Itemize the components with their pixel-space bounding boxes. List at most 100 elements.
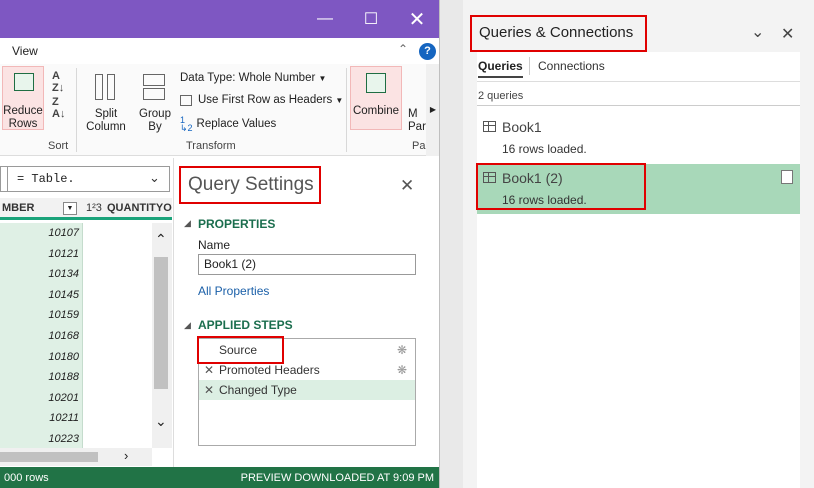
- use-first-row-button[interactable]: Use First Row as Headers ▼: [180, 94, 343, 106]
- pane-content: Queries Connections 2 queries Book1 16 r…: [476, 52, 800, 488]
- grid-cell[interactable]: 10107: [0, 223, 82, 244]
- gear-icon[interactable]: ❋: [397, 360, 407, 380]
- formula-bar[interactable]: = Table. ⌄: [0, 166, 170, 192]
- applied-steps-list: Source ❋ ✕ Promoted Headers ❋ ✕ Changed …: [198, 338, 416, 446]
- scroll-right-icon[interactable]: ›: [124, 448, 128, 463]
- delete-step-icon[interactable]: ✕: [204, 360, 214, 380]
- table-icon: [483, 121, 496, 132]
- query-item-book1-2[interactable]: Book1 (2) 16 rows loaded.: [477, 164, 800, 214]
- scrollbar-thumb[interactable]: [154, 257, 168, 389]
- column-filter-icon[interactable]: ▼: [63, 202, 77, 215]
- power-query-window: — ☐ ✕ View ⌃ ? Reduce Rows A Z↓ Z A↓ Sort: [0, 0, 440, 488]
- column-type-icon[interactable]: 1²3: [86, 202, 102, 214]
- pane-title: Queries & Connections: [479, 24, 634, 41]
- help-icon[interactable]: ?: [419, 43, 436, 60]
- vertical-scrollbar[interactable]: ⌃ ⌄: [152, 223, 172, 448]
- grid-cell[interactable]: 10168: [0, 326, 82, 347]
- combine-button[interactable]: Combine: [350, 66, 402, 130]
- grid-cell[interactable]: 10211: [0, 408, 82, 429]
- quantity-column: [83, 223, 152, 448]
- replace-values-icon: 1 ↳2: [180, 115, 193, 133]
- grid-cell[interactable]: 10134: [0, 264, 82, 285]
- minimize-button[interactable]: —: [302, 0, 348, 38]
- group-by-icon: [143, 74, 165, 86]
- query-name: Book1 (2): [502, 170, 563, 186]
- grid-cell[interactable]: 10145: [0, 285, 82, 306]
- grid-cell[interactable]: 10121: [0, 244, 82, 265]
- step-source[interactable]: Source ❋: [199, 340, 415, 360]
- grid-cell[interactable]: 10188: [0, 367, 82, 388]
- collapse-ribbon-icon[interactable]: ⌃: [398, 42, 408, 56]
- grid-cell[interactable]: 10159: [0, 305, 82, 326]
- query-name: Book1: [502, 119, 542, 135]
- split-column-icon: [95, 74, 103, 100]
- queries-connections-pane: Queries & Connections ⌄ ✕ Queries Connec…: [463, 0, 814, 488]
- query-name-input[interactable]: Book1 (2): [198, 254, 416, 275]
- group-by-label: Group By: [139, 108, 171, 133]
- query-status: 16 rows loaded.: [502, 193, 587, 207]
- table-icon: [180, 94, 192, 106]
- data-grid: MBER ▼ 1²3 QUANTITYO 10107 10121 10134 1014…: [0, 198, 172, 466]
- horizontal-scrollbar[interactable]: ›: [0, 448, 152, 466]
- number-column: 10107 10121 10134 10145 10159 10168 10180 10188…: [0, 223, 83, 448]
- chevron-down-icon: ▼: [335, 95, 344, 105]
- scroll-down-icon[interactable]: ⌄: [155, 413, 167, 430]
- sort-group-label: Sort: [48, 140, 69, 152]
- query-count: 2 queries: [478, 90, 524, 102]
- preview-status: PREVIEW DOWNLOADED AT 9:09 PM: [240, 472, 434, 484]
- delete-step-icon[interactable]: ✕: [204, 380, 214, 400]
- collapse-applied-steps-icon[interactable]: ◢: [184, 320, 191, 331]
- query-item-book1[interactable]: Book1 16 rows loaded.: [477, 112, 800, 160]
- ribbon-divider: [346, 68, 347, 152]
- refresh-query-icon[interactable]: [781, 170, 793, 184]
- step-label: Changed Type: [219, 383, 297, 397]
- row-count: 000 rows: [4, 472, 49, 484]
- close-pane-icon[interactable]: ✕: [400, 176, 414, 196]
- ribbon-scroll-right-icon[interactable]: ▶: [426, 64, 439, 156]
- step-promoted-headers[interactable]: ✕ Promoted Headers ❋: [199, 360, 415, 380]
- step-label: Promoted Headers: [219, 363, 320, 377]
- scroll-up-icon[interactable]: ⌃: [155, 231, 167, 248]
- window-titlebar: — ☐ ✕: [0, 0, 439, 38]
- tab-view[interactable]: View: [12, 44, 38, 58]
- split-column-button[interactable]: Split Column: [80, 66, 132, 134]
- query-status: 16 rows loaded.: [502, 142, 587, 156]
- sort-ascending-icon[interactable]: A Z↓: [52, 70, 64, 94]
- status-bar: 000 rows PREVIEW DOWNLOADED AT 9:09 PM: [0, 467, 439, 488]
- combine-label: Combine: [352, 105, 400, 117]
- group-by-button[interactable]: Group By: [134, 66, 176, 134]
- ribbon: Reduce Rows A Z↓ Z A↓ Sort Split Column Gr…: [0, 64, 439, 156]
- all-properties-link[interactable]: All Properties: [198, 284, 269, 298]
- close-button[interactable]: ✕: [394, 0, 439, 38]
- replace-values-label: Replace Values: [196, 118, 277, 130]
- reduce-rows-icon: [14, 73, 34, 91]
- collapse-properties-icon[interactable]: ◢: [184, 218, 191, 229]
- tab-connections[interactable]: Connections: [538, 59, 605, 73]
- grid-cell[interactable]: 10201: [0, 388, 82, 409]
- reduce-rows-button[interactable]: Reduce Rows: [2, 66, 44, 130]
- use-first-row-label: Use First Row as Headers: [198, 94, 333, 106]
- column-header-number[interactable]: MBER: [2, 202, 34, 214]
- grid-cell[interactable]: 10180: [0, 347, 82, 368]
- close-pane-icon[interactable]: ✕: [781, 24, 794, 44]
- query-settings-pane: Query Settings ✕ ◢ PROPERTIES Name Book1…: [173, 158, 439, 468]
- replace-values-button[interactable]: 1 ↳2 Replace Values: [180, 115, 277, 133]
- query-settings-title: Query Settings: [188, 174, 314, 195]
- name-label: Name: [198, 238, 231, 252]
- maximize-button[interactable]: ☐: [348, 0, 394, 38]
- step-label: Source: [219, 343, 258, 357]
- column-header-quantity[interactable]: QUANTITYO: [107, 202, 172, 214]
- grid-cell[interactable]: 10223: [0, 429, 82, 450]
- properties-heading: PROPERTIES: [198, 217, 276, 231]
- applied-steps-heading: APPLIED STEPS: [198, 318, 293, 332]
- tab-queries[interactable]: Queries: [478, 59, 523, 78]
- table-icon: [483, 172, 496, 183]
- hscrollbar-thumb[interactable]: [0, 452, 98, 462]
- pane-options-icon[interactable]: ⌄: [751, 22, 764, 42]
- gear-icon[interactable]: ❋: [397, 340, 407, 360]
- expand-formula-icon[interactable]: ⌄: [149, 170, 160, 186]
- data-type-label: Data Type: Whole Number: [180, 72, 316, 84]
- sort-descending-icon[interactable]: Z A↓: [52, 96, 65, 120]
- step-changed-type[interactable]: ✕ Changed Type: [199, 380, 415, 400]
- data-type-dropdown[interactable]: Data Type: Whole Number ▼: [180, 72, 326, 84]
